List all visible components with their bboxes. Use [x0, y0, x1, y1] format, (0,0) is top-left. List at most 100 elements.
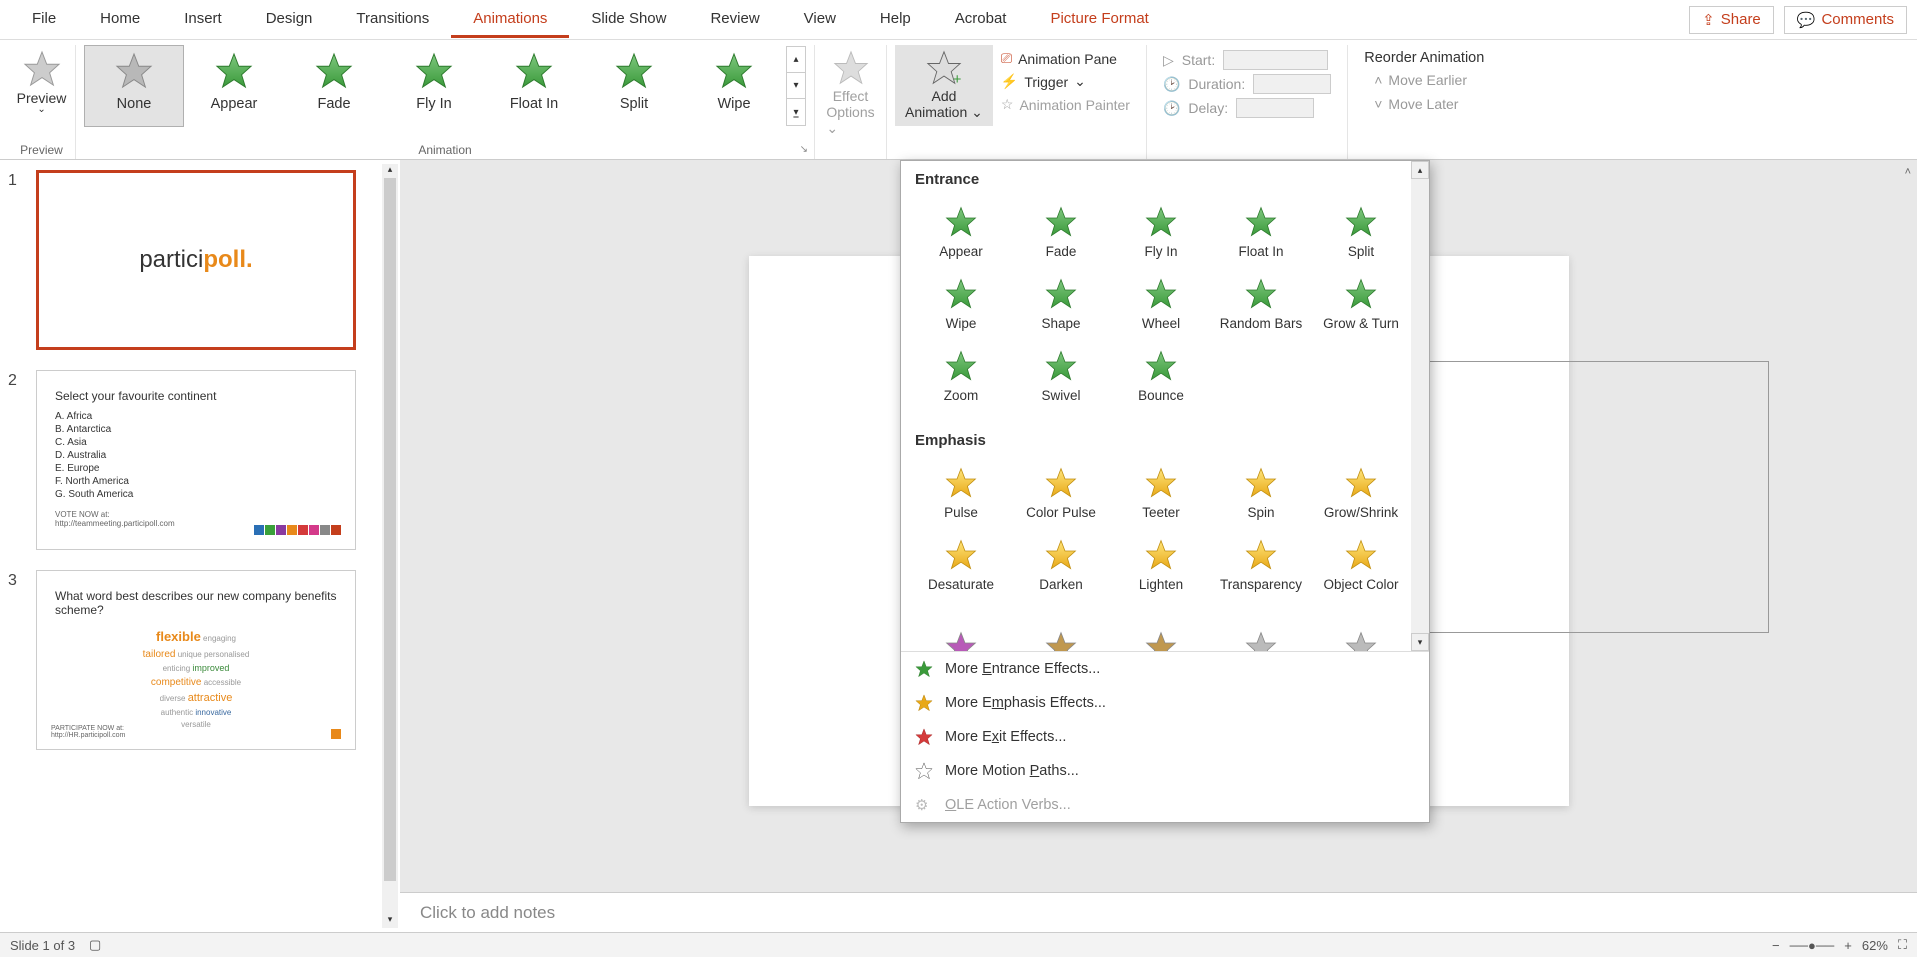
gallery-appear[interactable]: Appear	[184, 45, 284, 127]
emphasis-color-pulse[interactable]: Color Pulse	[1011, 457, 1111, 529]
slide-thumbnail-1[interactable]: participoll.	[36, 170, 356, 350]
tab-design[interactable]: Design	[244, 2, 335, 38]
slide-thumbnail-2[interactable]: Select your favourite continent A. Afric…	[36, 370, 356, 550]
preview-button[interactable]: Preview ⌄	[7, 45, 77, 120]
slide-thumbnail-3[interactable]: What word best describes our new company…	[36, 570, 356, 750]
gallery-down[interactable]: ▾	[787, 73, 805, 99]
slide-thumbnails: 1 participoll. 2 Select your favourite c…	[0, 160, 400, 932]
entrance-fly-in[interactable]: Fly In	[1111, 196, 1211, 268]
emphasis-partial[interactable]	[1011, 611, 1111, 651]
up-icon: ˄	[1374, 72, 1382, 88]
tab-review[interactable]: Review	[688, 2, 781, 38]
tab-view[interactable]: View	[782, 2, 858, 38]
entrance-shape[interactable]: Shape	[1011, 268, 1111, 340]
entrance-bounce[interactable]: Bounce	[1111, 340, 1211, 412]
animation-pane-button[interactable]: ⎚ Animation Pane	[1001, 50, 1130, 67]
menubar-right: ⇪ Share 💬 Comments	[1689, 6, 1907, 34]
star-green-icon	[1345, 278, 1377, 310]
share-button[interactable]: ⇪ Share	[1689, 6, 1774, 34]
start-field[interactable]	[1223, 50, 1328, 70]
more-exit-button[interactable]: More Exit Effects...	[901, 720, 1429, 754]
emphasis-object-color[interactable]: Object Color	[1311, 529, 1411, 601]
emphasis-teeter[interactable]: Teeter	[1111, 457, 1211, 529]
entrance-random-bars[interactable]: Random Bars	[1211, 268, 1311, 340]
entrance-zoom[interactable]: Zoom	[911, 340, 1011, 412]
delay-field[interactable]	[1236, 98, 1314, 118]
star-yellow-icon	[945, 467, 977, 499]
more-motion-button[interactable]: More Motion Paths...	[901, 754, 1429, 788]
star-green-icon	[945, 206, 977, 238]
zoom-slider[interactable]: ──●──	[1790, 938, 1835, 953]
tab-home[interactable]: Home	[78, 2, 162, 38]
emphasis-spin[interactable]: Spin	[1211, 457, 1311, 529]
star-green-icon	[1345, 206, 1377, 238]
more-emphasis-button[interactable]: More Emphasis Effects...	[901, 686, 1429, 720]
tab-help[interactable]: Help	[858, 2, 933, 38]
emphasis-lighten[interactable]: Lighten	[1111, 529, 1211, 601]
add-animation-button[interactable]: + Add Animation ⌄	[895, 45, 993, 126]
star-green-icon	[1145, 278, 1177, 310]
entrance-grow-turn[interactable]: Grow & Turn	[1311, 268, 1411, 340]
entrance-swivel[interactable]: Swivel	[1011, 340, 1111, 412]
entrance-wipe[interactable]: Wipe	[911, 268, 1011, 340]
star-icon	[215, 52, 253, 90]
scroll-up[interactable]: ▴	[1411, 161, 1429, 179]
tab-insert[interactable]: Insert	[162, 2, 244, 38]
emphasis-partial[interactable]	[911, 611, 1011, 651]
gallery-up[interactable]: ▴	[787, 47, 805, 73]
entrance-split[interactable]: Split	[1311, 196, 1411, 268]
emphasis-darken[interactable]: Darken	[1011, 529, 1111, 601]
thumbnail-scrollbar[interactable]: ▴ ▾	[382, 164, 398, 928]
zoom-in[interactable]: +	[1844, 938, 1852, 953]
zoom-value: 62%	[1862, 938, 1888, 953]
emphasis-pulse[interactable]: Pulse	[911, 457, 1011, 529]
gallery-split[interactable]: Split	[584, 45, 684, 127]
tab-picture-format[interactable]: Picture Format	[1028, 2, 1170, 38]
chevron-down-icon: ⌄	[37, 104, 45, 115]
zoom-out[interactable]: −	[1772, 938, 1780, 953]
scroll-down[interactable]: ▾	[1411, 633, 1429, 651]
tab-acrobat[interactable]: Acrobat	[933, 2, 1029, 38]
emphasis-transparency[interactable]: Transparency	[1211, 529, 1311, 601]
panel-menu: More Entrance Effects... More Emphasis E…	[901, 651, 1429, 822]
poll-option: A. Africa	[55, 411, 337, 422]
dialog-launcher[interactable]: ↘	[800, 144, 808, 155]
entrance-float-in[interactable]: Float In	[1211, 196, 1311, 268]
ribbon: Preview ⌄ Preview NoneAppearFadeFly InFl…	[0, 40, 1917, 160]
entrance-fade[interactable]: Fade	[1011, 196, 1111, 268]
emphasis-partial[interactable]	[1311, 611, 1411, 651]
entrance-appear[interactable]: Appear	[911, 196, 1011, 268]
comments-button[interactable]: 💬 Comments	[1784, 6, 1907, 34]
gallery-float-in[interactable]: Float In	[484, 45, 584, 127]
emphasis-grid: PulseColor PulseTeeterSpinGrow/Shrink Des…	[901, 453, 1429, 611]
tab-slide-show[interactable]: Slide Show	[569, 2, 688, 38]
emphasis-partial[interactable]	[1111, 611, 1211, 651]
star-yellow-icon	[1345, 539, 1377, 571]
tab-transitions[interactable]: Transitions	[334, 2, 451, 38]
advanced-animation-group: + Add Animation ⌄ ⎚ Animation Pane ⚡ Tri…	[887, 45, 1147, 159]
gallery-wipe[interactable]: Wipe	[684, 45, 784, 127]
pane-icon: ⎚	[1001, 50, 1012, 67]
star-green-icon	[915, 660, 933, 678]
notes-icon[interactable]: ▢	[89, 937, 101, 953]
trigger-button[interactable]: ⚡ Trigger ⌄	[1001, 73, 1130, 90]
tab-file[interactable]: File	[10, 2, 78, 38]
emphasis-grow-shrink[interactable]: Grow/Shrink	[1311, 457, 1411, 529]
panel-scrollbar[interactable]: ▴ ▾	[1411, 161, 1429, 651]
more-entrance-button[interactable]: More Entrance Effects...	[901, 652, 1429, 686]
gallery-fade[interactable]: Fade	[284, 45, 384, 127]
poll-option: G. South America	[55, 489, 337, 500]
emphasis-partial[interactable]	[1211, 611, 1311, 651]
tab-animations[interactable]: Animations	[451, 2, 569, 38]
gallery-fly-in[interactable]: Fly In	[384, 45, 484, 127]
star-green-icon	[945, 350, 977, 382]
duration-field[interactable]	[1253, 74, 1331, 94]
notes-pane[interactable]: Click to add notes	[400, 892, 1917, 932]
emphasis-desaturate[interactable]: Desaturate	[911, 529, 1011, 601]
gallery-more[interactable]: ▾̲	[787, 99, 805, 125]
gallery-none[interactable]: None	[84, 45, 184, 127]
star-yellow-icon	[1245, 467, 1277, 499]
entrance-wheel[interactable]: Wheel	[1111, 268, 1211, 340]
reorder-title: Reorder Animation	[1364, 50, 1484, 66]
fit-icon[interactable]: ⛶	[1898, 937, 1907, 953]
